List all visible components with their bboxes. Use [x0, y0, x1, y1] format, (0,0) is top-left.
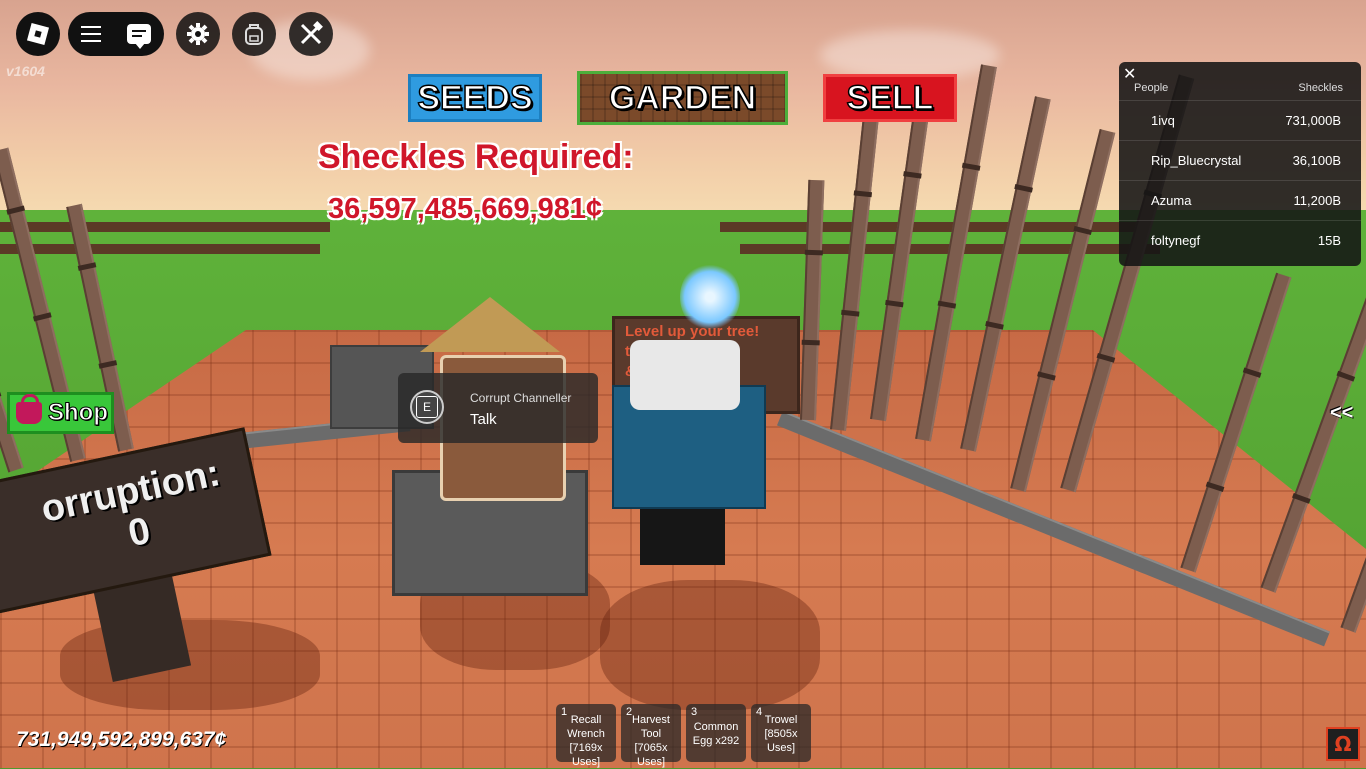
hotbar-slot[interactable]: 4 Trowel [8505x Uses] [751, 704, 811, 762]
player-name: foltynegf [1151, 233, 1201, 248]
close-icon[interactable]: ✕ [1123, 64, 1136, 84]
settings-button[interactable] [176, 12, 220, 56]
sheckles-balance: 731,949,592,899,637¢ [16, 728, 227, 751]
player-glow-effect [680, 262, 740, 332]
player-name: 1ivq [1151, 113, 1175, 128]
leaderboard-row[interactable]: 1ivq 731,000B [1119, 100, 1361, 141]
side-panel-toggle[interactable]: << [1330, 402, 1353, 425]
talk-prompt[interactable]: E Corrupt Channeller Talk [398, 373, 598, 443]
backpack-icon [245, 24, 263, 45]
hamburger-icon[interactable] [81, 26, 101, 42]
hotbar-slot[interactable]: 2 Harvest Tool [7065x Uses] [621, 704, 681, 768]
leaderboard-row[interactable]: Azuma 11,200B [1119, 180, 1361, 221]
player-head [630, 340, 740, 410]
cloud [820, 30, 1000, 80]
player-sheckles: 15B [1317, 233, 1341, 248]
player-legs [640, 500, 725, 565]
hotbar-slot[interactable]: 3 Common Egg x292 [686, 704, 746, 762]
background-fence [0, 244, 320, 254]
player-sheckles: 36,100B [1292, 153, 1341, 168]
tools-button[interactable] [289, 12, 333, 56]
hotbar-item-name: Recall Wrench [7169x Uses] [567, 714, 605, 768]
gear-icon [187, 23, 209, 45]
chat-icon[interactable] [127, 24, 151, 49]
prompt-action-text: Talk [470, 411, 497, 428]
menu-chat-pill [68, 12, 164, 56]
sheckles-required-value: 36,597,485,669,981¢ [328, 193, 603, 225]
hotbar-item-name: Common Egg x292 [692, 721, 740, 747]
omega-icon[interactable]: Ω [1326, 727, 1360, 761]
sell-button[interactable]: SELL [823, 74, 957, 122]
sheckles-required-title: Sheckles Required: [318, 138, 634, 176]
basket-icon [16, 394, 42, 424]
hotbar-item-name: Harvest Tool [7065x Uses] [632, 714, 670, 768]
hotbar-slot[interactable]: 1 Recall Wrench [7169x Uses] [556, 704, 616, 768]
garden-button[interactable]: GARDEN [577, 71, 788, 125]
leaderboard-row[interactable]: Rip_Bluecrystal 36,100B [1119, 140, 1361, 181]
leaderboard: ✕ People Sheckles 1ivq 731,000B Rip_Blue… [1119, 62, 1361, 266]
player-sheckles: 11,200B [1293, 193, 1341, 208]
leaderboard-row[interactable]: foltynegf 15B [1119, 220, 1361, 261]
tools-icon [300, 21, 323, 45]
leaderboard-header-sheckles: Sheckles [1298, 82, 1343, 94]
version-label: v1604 [6, 63, 45, 79]
leaderboard-header-people: People [1134, 82, 1169, 94]
player-sheckles: 731,000B [1285, 113, 1341, 128]
player-name: Rip_Bluecrystal [1151, 153, 1242, 168]
roblox-icon [26, 22, 50, 46]
key-e-icon: E [410, 390, 444, 424]
npc-straw-hat [420, 297, 560, 352]
seeds-button[interactable]: SEEDS [408, 74, 542, 122]
hotbar-item-name: Trowel [8505x Uses] [764, 714, 798, 754]
roblox-menu-button[interactable] [16, 12, 60, 56]
prompt-object-text: Corrupt Channeller [470, 391, 572, 405]
backpack-button[interactable] [232, 12, 276, 56]
player-name: Azuma [1151, 193, 1192, 208]
background-fence [0, 222, 330, 232]
shop-button[interactable]: Shop [7, 392, 114, 434]
shop-label: Shop [48, 399, 109, 427]
